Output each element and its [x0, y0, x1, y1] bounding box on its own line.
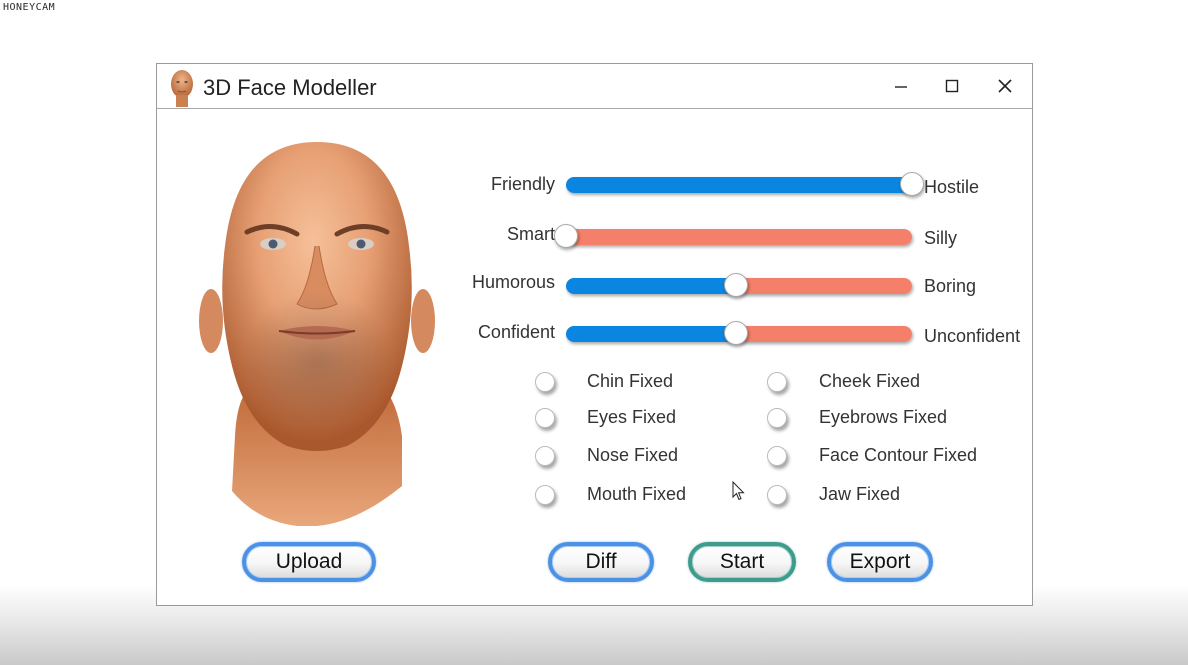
confident-unconfident-slider[interactable] — [566, 321, 912, 345]
slider-thumb[interactable] — [900, 172, 924, 196]
maximize-button[interactable] — [932, 70, 972, 102]
mouth-fixed-option[interactable]: Mouth Fixed — [535, 482, 686, 508]
slider-label-hostile: Hostile — [924, 177, 980, 197]
nose-fixed-option[interactable]: Nose Fixed — [535, 443, 678, 469]
minimize-icon — [895, 86, 907, 88]
humorous-boring-slider[interactable] — [566, 273, 912, 297]
slider-fill-red — [735, 326, 912, 342]
slider-label-confident: Confident — [477, 322, 555, 342]
radio-button[interactable] — [535, 485, 555, 505]
start-button[interactable]: Start — [688, 542, 796, 582]
chin-fixed-option[interactable]: Chin Fixed — [535, 369, 673, 395]
radio-button[interactable] — [535, 446, 555, 466]
slider-fill-red — [735, 278, 912, 294]
option-label: Chin Fixed — [587, 371, 674, 391]
slider-fill-blue — [566, 177, 912, 193]
option-label: Jaw Fixed — [819, 484, 901, 504]
option-label: Face Contour Fixed — [819, 445, 978, 465]
face-contour-fixed-option[interactable]: Face Contour Fixed — [767, 443, 977, 469]
slider-label-silly: Silly — [924, 228, 958, 248]
eyes-fixed-option[interactable]: Eyes Fixed — [535, 405, 676, 431]
watermark: HONEYCAM — [3, 2, 56, 13]
option-label: Mouth Fixed — [587, 484, 687, 504]
option-label: Cheek Fixed — [819, 371, 921, 391]
eyebrows-fixed-option[interactable]: Eyebrows Fixed — [767, 405, 947, 431]
minimize-button[interactable] — [881, 70, 921, 102]
jaw-fixed-option[interactable]: Jaw Fixed — [767, 482, 900, 508]
face-avatar-icon — [171, 70, 193, 107]
app-window: 3D Face Modeller Friendly Hostile Smart … — [156, 63, 1033, 606]
diff-button[interactable]: Diff — [548, 542, 654, 582]
mouse-cursor-icon — [732, 481, 745, 501]
radio-button[interactable] — [535, 408, 555, 428]
slider-thumb[interactable] — [723, 273, 748, 297]
slider-label-boring: Boring — [924, 276, 977, 296]
cheek-fixed-option[interactable]: Cheek Fixed — [767, 369, 920, 395]
friendly-hostile-slider[interactable] — [566, 172, 924, 196]
slider-thumb[interactable] — [723, 321, 748, 345]
radio-button[interactable] — [767, 372, 787, 392]
upload-button[interactable]: Upload — [242, 542, 376, 582]
slider-label-smart: Smart — [506, 224, 555, 244]
maximize-icon — [945, 79, 959, 93]
radio-button[interactable] — [767, 408, 787, 428]
export-button[interactable]: Export — [827, 542, 933, 582]
slider-label-friendly: Friendly — [490, 174, 555, 194]
option-label: Eyebrows Fixed — [819, 407, 948, 427]
radio-button[interactable] — [535, 372, 555, 392]
slider-thumb[interactable] — [554, 224, 578, 248]
close-button[interactable] — [985, 70, 1025, 102]
slider-fill-red — [566, 229, 912, 245]
slider-fill-blue — [566, 278, 736, 294]
close-icon — [998, 79, 1012, 93]
option-label: Nose Fixed — [587, 445, 679, 465]
window-title: 3D Face Modeller — [203, 75, 377, 100]
slider-label-unconfident: Unconfident — [924, 326, 1021, 346]
option-label: Eyes Fixed — [587, 407, 677, 427]
radio-button[interactable] — [767, 485, 787, 505]
slider-fill-blue — [566, 326, 736, 342]
radio-button[interactable] — [767, 446, 787, 466]
slider-label-humorous: Humorous — [471, 272, 555, 292]
title-bar: 3D Face Modeller — [157, 64, 1032, 109]
smart-silly-slider[interactable] — [554, 224, 912, 248]
